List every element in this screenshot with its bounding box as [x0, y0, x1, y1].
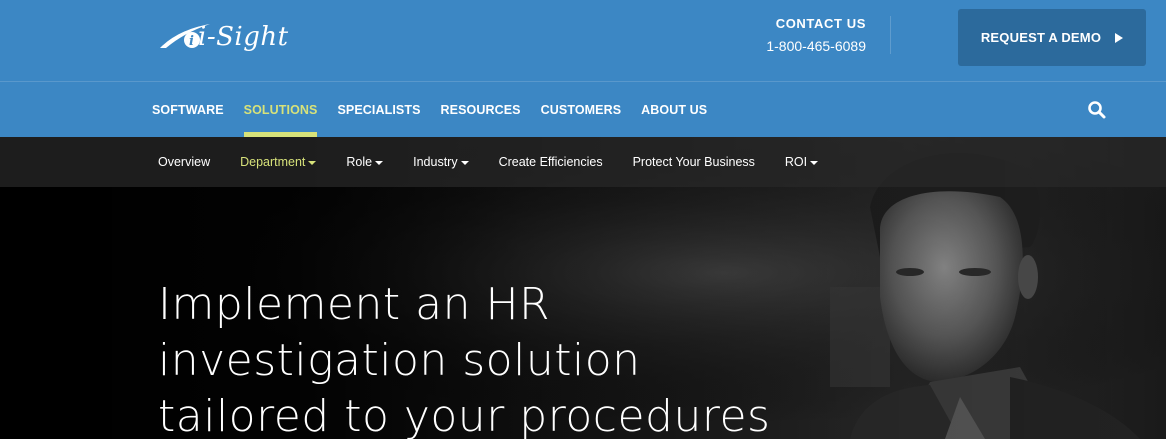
- chevron-down-icon: [375, 160, 384, 165]
- hero-section: Overview Department Role Industry Create…: [0, 137, 1166, 439]
- chevron-down-icon: [810, 160, 819, 165]
- chevron-down-icon: [308, 160, 317, 165]
- svg-text:i: i: [189, 34, 194, 49]
- subnav-label: Industry: [413, 155, 458, 169]
- nav-item-resources[interactable]: RESOURCES: [441, 82, 521, 138]
- subnav-item-create-efficiencies[interactable]: Create Efficiencies: [499, 137, 603, 187]
- headline-line: investigation solution: [158, 335, 641, 386]
- nav-item-specialists[interactable]: SPECIALISTS: [337, 82, 420, 138]
- subnav-label: Department: [240, 155, 306, 169]
- header-divider: [890, 16, 891, 54]
- subnav-label: ROI: [784, 155, 808, 169]
- nav-item-software[interactable]: SOFTWARE: [152, 82, 224, 138]
- request-demo-label: REQUEST A DEMO: [980, 30, 1102, 45]
- contact-us-link[interactable]: CONTACT US: [740, 16, 866, 31]
- search-icon[interactable]: [1087, 100, 1107, 120]
- nav-item-solutions[interactable]: SOLUTIONS: [243, 82, 318, 138]
- brand-logo[interactable]: i i-Sight: [158, 14, 298, 60]
- play-triangle-icon: [1115, 32, 1124, 43]
- subnav-item-role[interactable]: Role: [346, 137, 384, 187]
- subnav-label: Create Efficiencies: [498, 155, 603, 169]
- hero-headline: Implement an HR investigation solution t…: [158, 277, 918, 439]
- subnav-item-overview[interactable]: Overview: [158, 137, 210, 187]
- subnav-label: Protect Your Business: [632, 155, 755, 169]
- logo-text: i-Sight: [198, 22, 289, 52]
- nav-item-about-us[interactable]: ABOUT US: [641, 82, 707, 138]
- nav-item-customers[interactable]: CUSTOMERS: [541, 82, 622, 138]
- subnav-label: Overview: [158, 155, 211, 169]
- subnav-label: Role: [346, 155, 373, 169]
- chevron-down-icon: [460, 160, 469, 165]
- phone-number[interactable]: 1-800-465-6089: [740, 38, 866, 54]
- subnav-item-roi[interactable]: ROI: [784, 137, 819, 187]
- headline-line: tailored to your procedures: [158, 391, 771, 439]
- request-demo-button[interactable]: REQUEST A DEMO: [958, 9, 1146, 66]
- contact-block: CONTACT US 1-800-465-6089: [740, 16, 866, 54]
- sub-nav: Overview Department Role Industry Create…: [0, 137, 1166, 187]
- headline-line: Implement an HR: [158, 279, 551, 330]
- subnav-item-industry[interactable]: Industry: [413, 137, 469, 187]
- subnav-item-department[interactable]: Department: [240, 137, 317, 187]
- subnav-item-protect-your-business[interactable]: Protect Your Business: [633, 137, 755, 187]
- main-nav: SOFTWARE SOLUTIONS SPECIALISTS RESOURCES…: [0, 81, 1166, 138]
- top-header: i i-Sight CONTACT US 1-800-465-6089 REQU…: [0, 0, 1166, 81]
